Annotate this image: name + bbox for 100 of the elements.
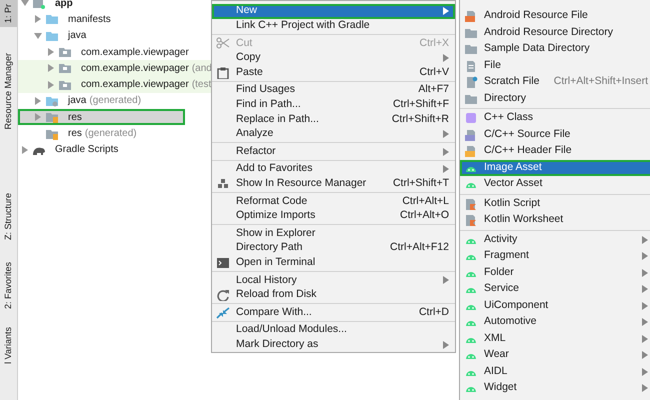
menu-item[interactable]: Fragment <box>460 248 650 264</box>
tree-row[interactable]: app <box>18 0 211 12</box>
submenu-arrow-icon <box>443 7 449 16</box>
menu-item[interactable]: Widget <box>460 380 650 396</box>
collapse-arrow-icon[interactable] <box>21 0 29 8</box>
menu-item[interactable]: Kotlin Script <box>460 196 650 212</box>
menu-item[interactable]: Scratch File Ctrl+Alt+Shift+Insert <box>460 74 650 90</box>
menu-item[interactable]: Optimize Imports Ctrl+Alt+O <box>212 208 455 224</box>
tree-row[interactable]: java <box>18 28 211 44</box>
tool-window-tab[interactable]: Resource Manager <box>0 49 17 134</box>
menu-item[interactable]: Add to Favorites <box>212 162 455 177</box>
menu-item[interactable]: Activity <box>460 232 650 248</box>
tool-window-tab[interactable]: Z: Structure <box>0 188 17 244</box>
menu-item[interactable]: New <box>212 4 455 19</box>
tree-item-label: Gradle Scripts <box>55 143 118 158</box>
folder-icon <box>464 43 478 56</box>
package-icon <box>58 78 72 91</box>
menu-item[interactable]: Show in Explorer <box>212 226 455 241</box>
reload-icon <box>216 288 230 301</box>
package-icon <box>58 46 72 58</box>
menu-item[interactable]: Service <box>460 281 650 298</box>
menu-item[interactable]: Compare With... Ctrl+D <box>212 305 455 320</box>
expand-arrow-icon[interactable] <box>34 15 42 24</box>
menu-item[interactable]: Load/Unload Modules... <box>212 322 455 338</box>
menu-item[interactable]: Find in Path... Ctrl+Shift+F <box>212 98 455 112</box>
menu-item[interactable]: XML <box>460 330 650 347</box>
menu-item[interactable]: Image Asset <box>460 160 650 176</box>
tree-item-label: manifests <box>68 12 111 27</box>
tree-item-note: (generated) <box>89 94 142 108</box>
tree-row[interactable]: com.example.viewpager (and <box>18 60 211 76</box>
menu-item[interactable]: AIDL <box>460 364 650 380</box>
expand-arrow-icon[interactable] <box>47 48 55 56</box>
tree-row[interactable]: manifests <box>18 11 211 28</box>
tool-window-tab[interactable]: 2: Favorites <box>0 258 17 313</box>
menu-item[interactable]: Show In Resource Manager Ctrl+Shift+T <box>212 176 455 192</box>
menu-item[interactable]: Automotive <box>460 314 650 330</box>
menu-item[interactable]: File <box>460 58 650 74</box>
menu-item[interactable]: Android Resource File <box>460 8 650 24</box>
menu-item[interactable]: Local History <box>212 273 455 288</box>
kotlin-file-icon <box>464 214 478 226</box>
tree-row[interactable]: Gradle Scripts <box>18 142 211 158</box>
menu-item[interactable]: Paste Ctrl+V <box>212 65 455 80</box>
expand-arrow-icon[interactable] <box>34 113 42 122</box>
menu-item[interactable]: Reload from Disk <box>212 288 455 302</box>
tool-window-tab[interactable]: l Variants <box>0 322 17 368</box>
shortcut-label: Ctrl+Shift+R <box>392 112 449 127</box>
tree-row[interactable]: res (generated) <box>18 125 211 142</box>
menu-item[interactable]: Replace in Path... Ctrl+Shift+R <box>212 112 455 127</box>
tree-item-label: java <box>68 29 86 44</box>
shortcut-label: Ctrl+X <box>420 36 449 51</box>
expand-arrow-icon[interactable] <box>47 80 55 89</box>
shortcut-label: Ctrl+Alt+L <box>402 194 449 209</box>
tool-window-tab[interactable]: 1: Pr <box>0 0 17 28</box>
menu-item[interactable]: Copy <box>212 50 455 66</box>
tree-item-note: (and <box>192 62 212 76</box>
menu-item[interactable]: C/C++ Header File <box>460 143 650 160</box>
menu-item[interactable]: Folder <box>460 264 650 281</box>
expand-arrow-icon[interactable] <box>34 96 42 105</box>
menu-item[interactable]: Android Resource Directory <box>460 24 650 41</box>
header-file-icon <box>464 145 478 158</box>
tree-row[interactable]: com.example.viewpager (test <box>18 76 211 93</box>
expand-arrow-icon[interactable] <box>21 146 29 154</box>
tree-item-label: com.example.viewpager <box>81 46 189 60</box>
menu-item[interactable]: Directory <box>460 90 650 107</box>
folder-icon <box>464 92 478 105</box>
menu-item[interactable]: Analyze <box>212 126 455 142</box>
menu-item[interactable]: Link C++ Project with Gradle <box>212 18 455 34</box>
tree-row[interactable]: com.example.viewpager <box>18 44 211 60</box>
resource-folder-icon <box>45 111 59 124</box>
expand-arrow-icon[interactable] <box>47 64 55 72</box>
tree-item-label: com.example.viewpager <box>81 78 189 92</box>
collapse-arrow-icon[interactable] <box>34 32 42 40</box>
menu-item[interactable]: Mark Directory as <box>212 337 455 352</box>
menu-item[interactable]: C++ Class <box>460 110 650 126</box>
resource-file-icon <box>464 10 478 22</box>
menu-item[interactable]: Find Usages Alt+F7 <box>212 82 455 98</box>
menu-item[interactable]: Reformat Code Ctrl+Alt+L <box>212 194 455 209</box>
folder-icon <box>464 26 478 39</box>
menu-item[interactable]: Directory Path Ctrl+Alt+F12 <box>212 240 455 256</box>
module-icon <box>32 0 46 10</box>
scissors-icon <box>216 37 230 50</box>
menu-item[interactable]: Wear <box>460 347 650 364</box>
menu-item[interactable]: Open in Terminal <box>212 256 455 270</box>
clipboard-icon <box>216 66 230 79</box>
submenu-arrow-icon <box>443 54 449 62</box>
tree-item-label: com.example.viewpager <box>81 62 189 76</box>
menu-item[interactable]: Kotlin Worksheet <box>460 212 650 228</box>
shortcut-label: Ctrl+Alt+F12 <box>390 240 449 256</box>
menu-item[interactable]: Sample Data Directory <box>460 41 650 58</box>
resource-manager-icon <box>216 178 230 190</box>
tree-row[interactable]: java (generated) <box>18 92 211 110</box>
menu-item[interactable]: UiComponent <box>460 298 650 314</box>
submenu-arrow-icon <box>443 148 449 156</box>
menu-item[interactable]: Vector Asset <box>460 176 650 192</box>
menu-item[interactable]: Refactor <box>212 144 455 159</box>
kotlin-file-icon <box>464 198 478 210</box>
tree-row-highlight[interactable]: res <box>18 109 185 126</box>
menu-item[interactable]: C/C++ Source File <box>460 126 650 143</box>
shortcut-label: Ctrl+Alt+O <box>400 208 449 224</box>
file-icon <box>464 60 478 72</box>
